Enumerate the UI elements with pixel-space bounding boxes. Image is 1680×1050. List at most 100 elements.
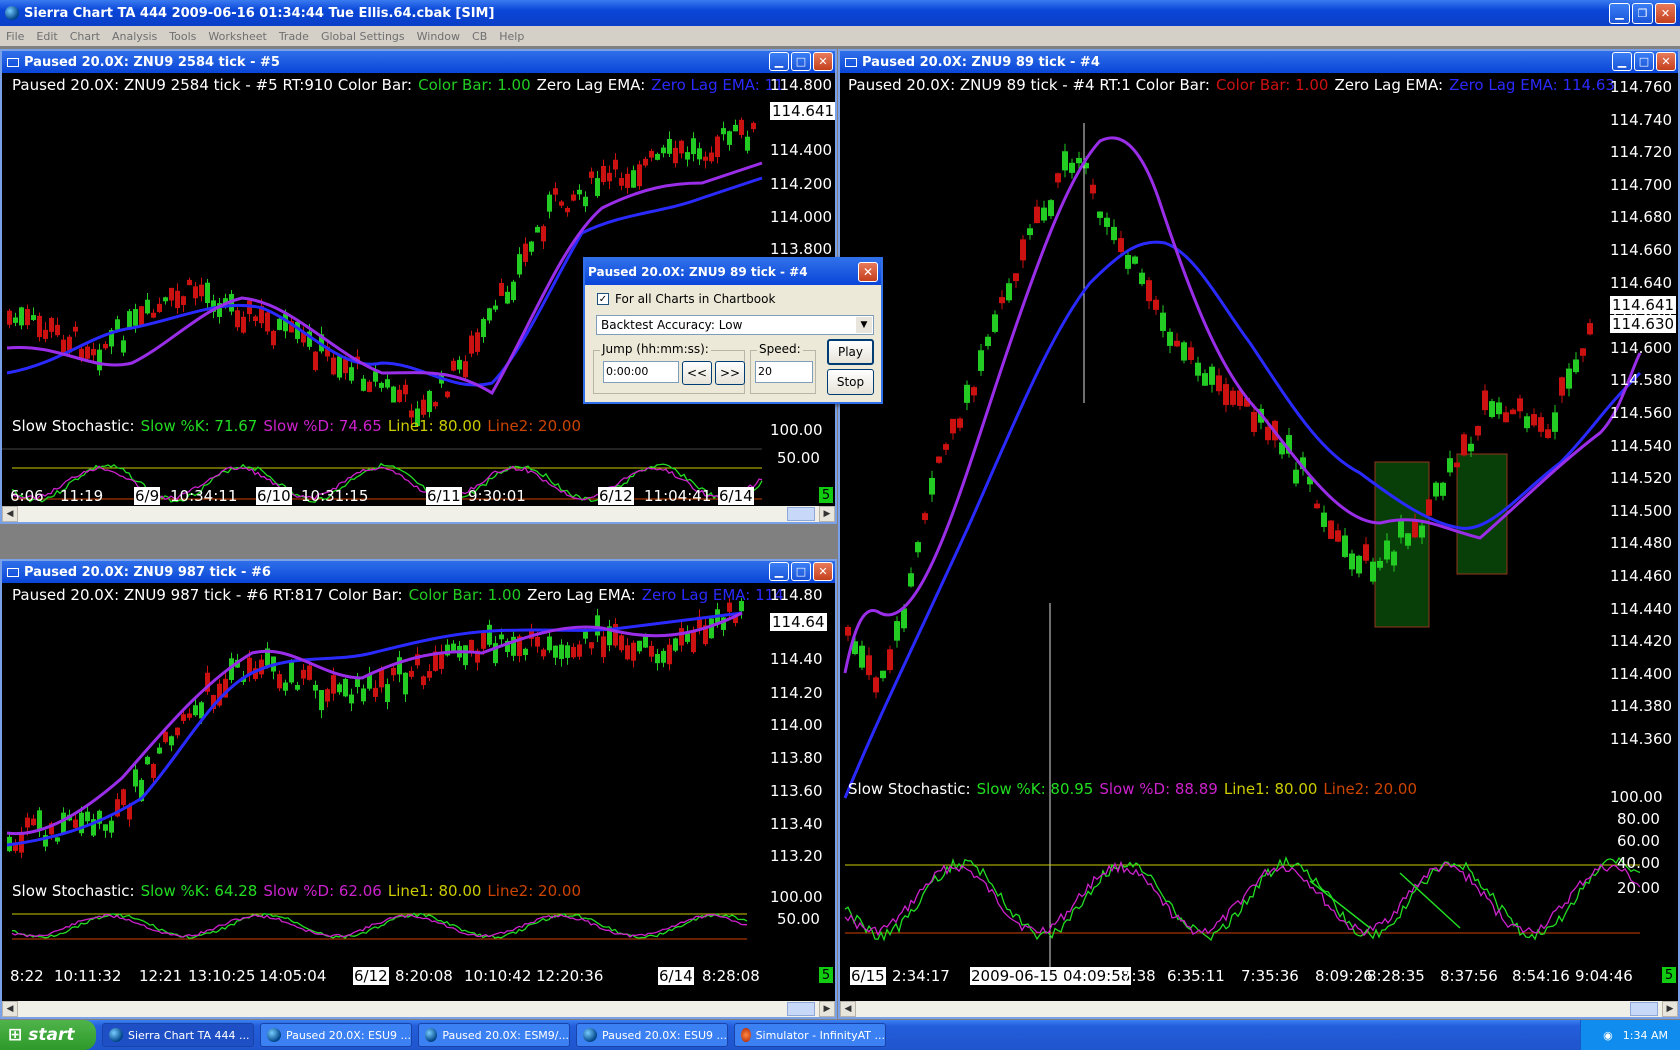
stoch-line2-value: Line2: 20.00 — [487, 882, 581, 900]
scroll-right-icon[interactable]: ▶ — [819, 506, 835, 522]
menu-file[interactable]: File — [0, 30, 30, 43]
all-charts-checkbox[interactable]: ✓ For all Charts in Chartbook — [597, 292, 775, 306]
candle — [373, 687, 378, 697]
candle — [73, 326, 78, 332]
start-button[interactable]: ⊞ start — [0, 1020, 96, 1050]
minimize-button[interactable]: ▁ — [1612, 52, 1632, 71]
close-button[interactable]: ✕ — [1655, 3, 1676, 24]
app-icon — [741, 1028, 751, 1042]
chevron-down-icon[interactable]: ▼ — [856, 317, 872, 333]
menu-window[interactable]: Window — [411, 30, 466, 43]
menu-chart[interactable]: Chart — [64, 30, 106, 43]
stoch-header: Slow Stochastic: Slow %K: 80.95 Slow %D: 8… — [848, 780, 1423, 798]
close-button[interactable]: ✕ — [813, 52, 833, 71]
scroll-left-icon[interactable]: ◀ — [2, 506, 18, 522]
minimize-button[interactable]: ▁ — [1609, 3, 1630, 24]
stoch-scale-20: 20.00 — [1617, 879, 1660, 897]
candle — [915, 542, 921, 553]
menu-tools[interactable]: Tools — [163, 30, 202, 43]
close-button[interactable]: ✕ — [1656, 52, 1676, 71]
candle — [145, 756, 150, 765]
checkbox-checked-icon[interactable]: ✓ — [597, 293, 609, 305]
menu-analysis[interactable]: Analysis — [106, 30, 163, 43]
chart-plot-area[interactable]: Paused 20.0X: ZNU9 89 tick - #4 RT:1 Col… — [840, 73, 1678, 1001]
candle — [601, 165, 606, 183]
candle — [1097, 211, 1103, 218]
scroll-track[interactable] — [856, 1002, 1662, 1016]
taskbar-item[interactable]: Paused 20.0X: ESU9 ... — [260, 1023, 412, 1047]
maximize-button[interactable]: □ — [791, 562, 811, 581]
horizontal-scrollbar[interactable]: ◀ ▶ — [2, 506, 835, 522]
maximize-button[interactable]: □ — [1634, 52, 1654, 71]
candle — [1230, 390, 1236, 405]
candle — [181, 714, 186, 721]
horizontal-scrollbar[interactable]: ◀ ▶ — [840, 1001, 1678, 1017]
candle — [151, 764, 156, 778]
time-axis-date: 6/9 — [134, 487, 161, 505]
price-label: 114.600 — [1610, 338, 1673, 357]
taskbar-item[interactable]: Paused 20.0X: ESM9/... — [418, 1023, 570, 1047]
menu-global-settings[interactable]: Global Settings — [315, 30, 411, 43]
scroll-thumb[interactable] — [787, 1002, 815, 1016]
backtest-accuracy-select[interactable]: Backtest Accuracy: Low ▼ — [596, 315, 874, 335]
chart-window-4[interactable]: Paused 20.0X: ZNU9 89 tick - #4 ▁ □ ✕ Pa… — [838, 49, 1680, 1019]
candle — [679, 628, 684, 646]
candle — [283, 682, 288, 691]
dialog-title-bar: Paused 20.0X: ZNU9 89 tick - #4 ✕ — [585, 259, 881, 285]
candle — [535, 226, 540, 233]
scroll-right-icon[interactable]: ▶ — [819, 1001, 835, 1017]
candle — [331, 675, 336, 694]
minimize-button[interactable]: ▁ — [769, 52, 789, 71]
chart-plot-area[interactable]: Paused 20.0X: ZNU9 987 tick - #6 RT:817 … — [2, 583, 835, 1001]
jump-back-button[interactable]: << — [682, 361, 712, 385]
time-axis-label: 10:11:32 — [54, 967, 122, 985]
menu-edit[interactable]: Edit — [30, 30, 63, 43]
scroll-thumb[interactable] — [787, 507, 815, 521]
taskbar-item[interactable]: Sierra Chart TA 444 ... — [102, 1023, 254, 1047]
candle — [649, 150, 654, 158]
menu-trade[interactable]: Trade — [273, 30, 315, 43]
dialog-close-button[interactable]: ✕ — [858, 262, 878, 282]
minimize-button[interactable]: ▁ — [769, 562, 789, 581]
scroll-track[interactable] — [18, 507, 819, 521]
maximize-button[interactable]: □ — [791, 52, 811, 71]
chart-window-6[interactable]: Paused 20.0X: ZNU9 987 tick - #6 ▁ □ ✕ P… — [0, 559, 837, 1019]
stop-button[interactable]: Stop — [827, 369, 874, 395]
candle — [337, 684, 342, 693]
candle — [385, 684, 390, 703]
taskbar-item[interactable]: Paused 20.0X: ESU9 ... — [576, 1023, 728, 1047]
candles — [7, 597, 744, 859]
price-label: 114.200 — [770, 175, 833, 193]
candle — [493, 305, 498, 310]
candle — [469, 335, 474, 354]
time-axis-label: 6:35:11 — [1167, 967, 1225, 985]
time-axis-label: 9:04:46 — [1575, 967, 1633, 985]
time-axis-date: 6/14 — [718, 487, 754, 505]
time-axis-date: 6/12 — [353, 967, 389, 985]
menu-help[interactable]: Help — [493, 30, 530, 43]
horizontal-scrollbar[interactable]: ◀ ▶ — [2, 1001, 835, 1017]
menu-cb[interactable]: CB — [466, 30, 493, 43]
stoch-scale-50: 50.00 — [777, 910, 820, 928]
scroll-track[interactable] — [18, 1002, 819, 1016]
candle — [613, 159, 618, 170]
scroll-right-icon[interactable]: ▶ — [1662, 1001, 1678, 1017]
scroll-left-icon[interactable]: ◀ — [2, 1001, 18, 1017]
candle — [523, 648, 528, 656]
jump-forward-button[interactable]: >> — [715, 361, 745, 385]
scroll-thumb[interactable] — [1630, 1002, 1658, 1016]
scroll-left-icon[interactable]: ◀ — [840, 1001, 856, 1017]
restore-button[interactable]: ❐ — [1632, 3, 1653, 24]
taskbar-item[interactable]: Simulator - InfinityAT ... — [734, 1023, 886, 1047]
play-button[interactable]: Play — [827, 339, 874, 365]
jump-time-input[interactable]: 0:00:00 — [603, 361, 679, 383]
candle — [1104, 217, 1110, 227]
candle — [685, 152, 690, 160]
candle — [553, 188, 558, 195]
close-button[interactable]: ✕ — [813, 562, 833, 581]
candle — [595, 178, 600, 196]
tray-icon[interactable]: ◉ — [1603, 1029, 1613, 1042]
speed-input[interactable]: 20 — [755, 361, 813, 383]
menu-worksheet[interactable]: Worksheet — [202, 30, 272, 43]
time-axis-label: 10:10:42 — [464, 967, 532, 985]
